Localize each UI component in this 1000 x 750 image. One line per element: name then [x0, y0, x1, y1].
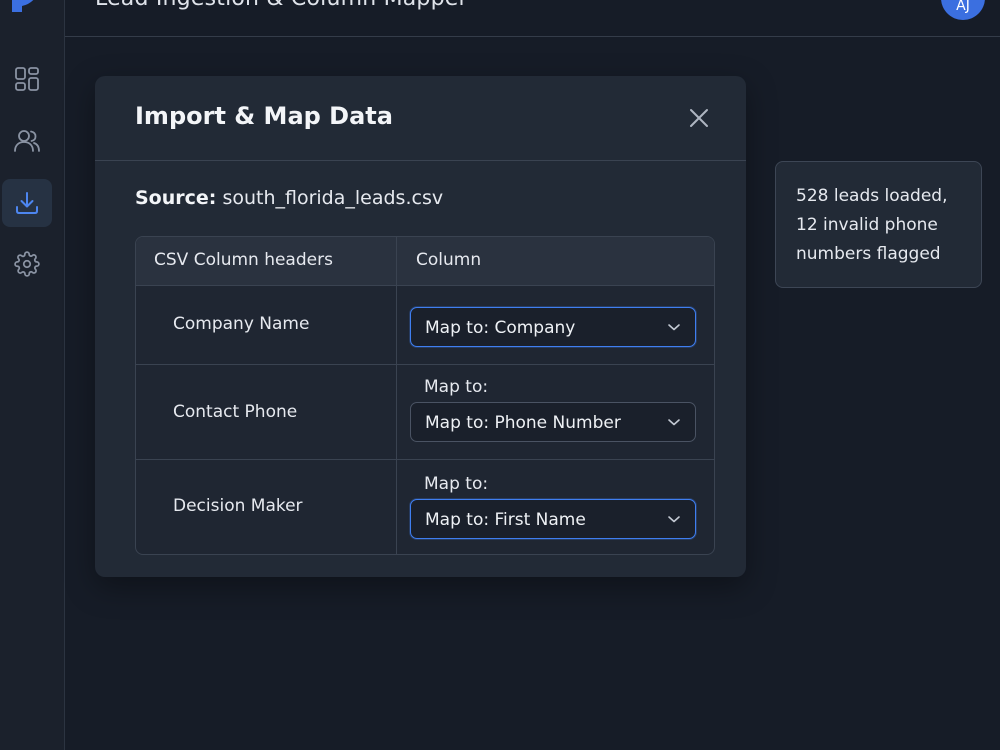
source-filename: south_florida_leads.csv: [222, 187, 444, 209]
select-value: Map to: First Name: [425, 510, 586, 530]
map-to-caption: Map to:: [424, 474, 489, 494]
table-row: Contact Phone Map to: Map to: Phone Numb…: [136, 365, 714, 460]
sidebar: [0, 0, 65, 750]
close-icon[interactable]: [687, 106, 711, 130]
avatar[interactable]: AJ: [941, 0, 985, 20]
chevron-down-icon: [668, 419, 680, 426]
sidebar-item-dashboard[interactable]: [2, 55, 52, 103]
app-title: Lead Ingestion & Column Mapper: [95, 0, 468, 11]
status-toast: 528 leads loaded, 12 invalid phone numbe…: [775, 161, 982, 288]
csv-header-cell: Company Name: [173, 314, 310, 334]
mapping-select-company[interactable]: Map to: Company: [410, 307, 696, 347]
csv-header-cell: Contact Phone: [173, 402, 298, 422]
modal-header: Import & Map Data: [95, 76, 746, 161]
app-header: Lead Ingestion & Column Mapper AJ: [65, 0, 1000, 37]
select-value: Map to: Phone Number: [425, 413, 621, 433]
download-icon: [16, 192, 38, 214]
chevron-down-icon: [668, 324, 680, 331]
mapping-select-first-name[interactable]: Map to: First Name: [410, 499, 696, 539]
mapping-table: CSV Column headers Column Company Name M…: [135, 236, 715, 555]
source-line: Source: south_florida_leads.csv: [135, 187, 443, 209]
toast-line: 528 leads loaded,: [796, 186, 948, 206]
toast-line: 12 invalid phone: [796, 215, 938, 235]
chevron-down-icon: [668, 516, 680, 523]
modal-title: Import & Map Data: [135, 102, 393, 130]
users-icon: [14, 130, 40, 152]
logo: [12, 0, 34, 12]
import-map-modal: Import & Map Data Source: south_florida_…: [95, 76, 746, 577]
table-row: Company Name Map to: Company: [136, 286, 714, 365]
column-header-csv: CSV Column headers: [154, 250, 333, 270]
column-header-mapping: Column: [416, 250, 482, 270]
source-label: Source:: [135, 187, 217, 209]
table-header: CSV Column headers Column: [136, 237, 714, 286]
map-to-caption: Map to:: [424, 377, 489, 397]
sidebar-item-settings[interactable]: [2, 240, 52, 288]
sidebar-item-users[interactable]: [2, 117, 52, 165]
table-row: Decision Maker Map to: Map to: First Nam…: [136, 460, 714, 554]
gear-icon: [14, 251, 40, 277]
sidebar-item-import[interactable]: [2, 179, 52, 227]
dashboard-icon: [15, 67, 39, 91]
mapping-select-phone[interactable]: Map to: Phone Number: [410, 402, 696, 442]
toast-line: numbers flagged: [796, 244, 941, 264]
csv-header-cell: Decision Maker: [173, 496, 303, 516]
select-value: Map to: Company: [425, 318, 576, 338]
